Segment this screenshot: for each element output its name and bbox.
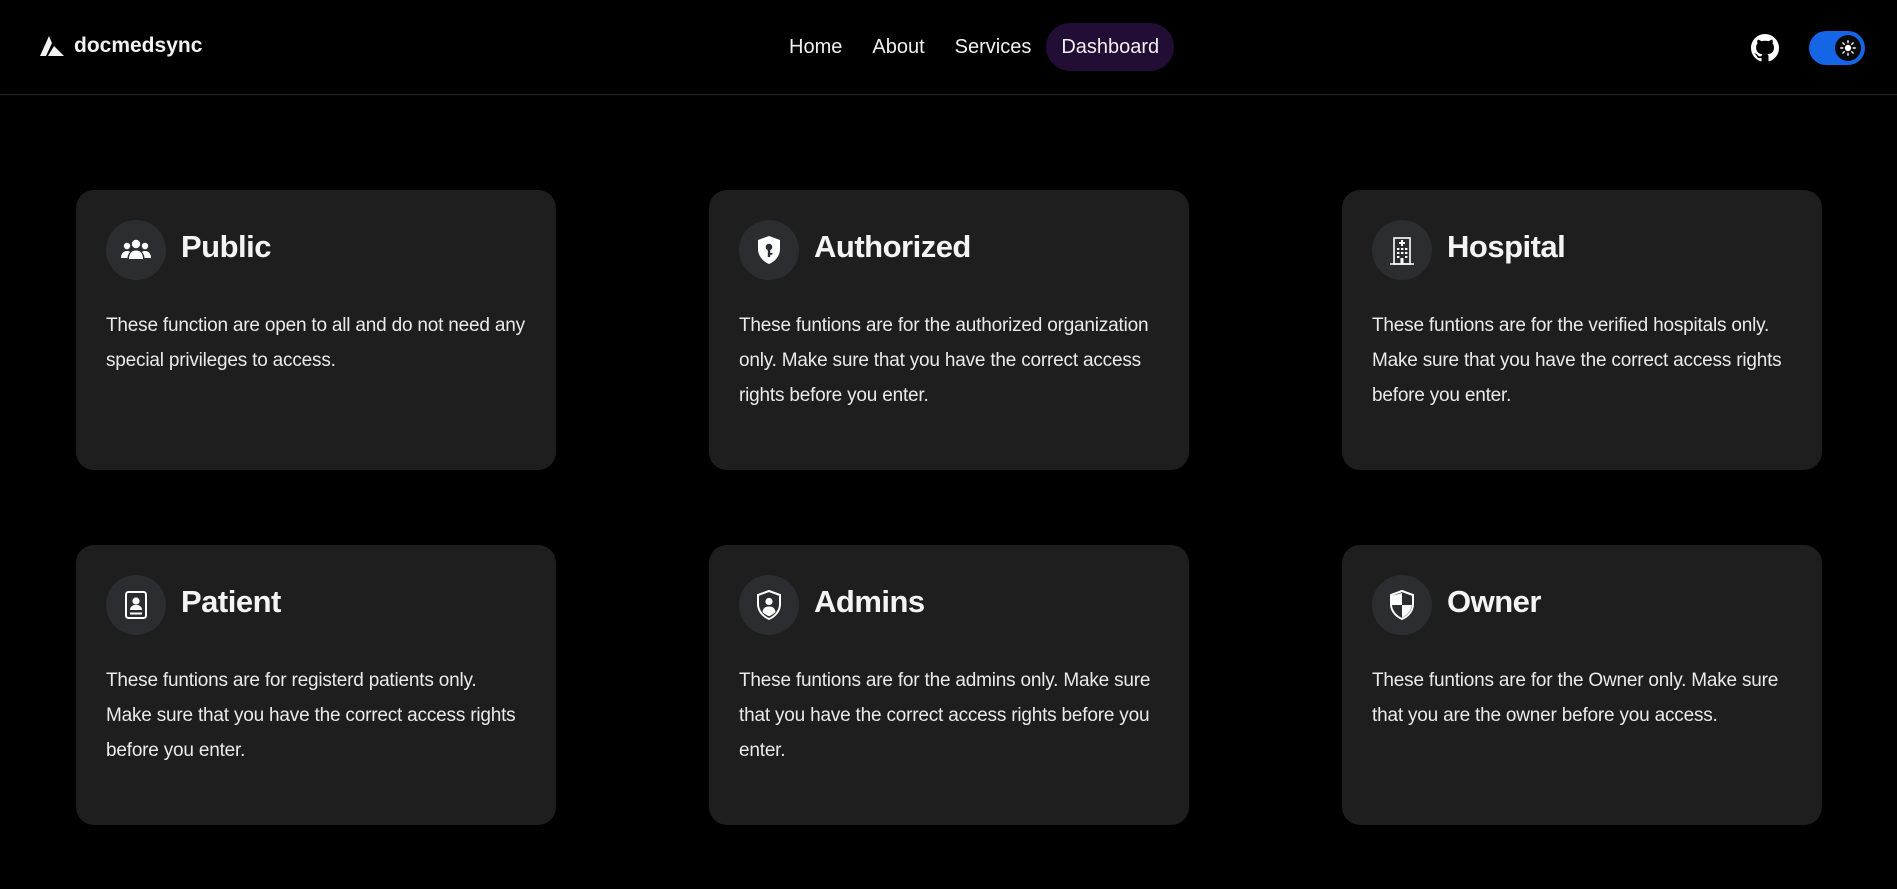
card-title: Admins: [814, 584, 925, 619]
icon-badge: [1372, 220, 1432, 280]
shield-user-icon: [757, 589, 781, 621]
card-header: Admins: [739, 575, 1159, 635]
card-title: Public: [181, 229, 272, 264]
main-nav: Home About Services Dashboard: [774, 23, 1175, 71]
card-description: These funtions are for the admins only. …: [739, 670, 1151, 761]
icon-badge: [739, 220, 799, 280]
card-title: Authorized: [814, 229, 971, 264]
card-description: These funtions are for the Owner only. M…: [1372, 670, 1779, 726]
card-header: Owner: [1372, 575, 1792, 635]
users-icon: [121, 239, 151, 259]
nav-link-about[interactable]: About: [857, 23, 939, 71]
nav-link-dashboard[interactable]: Dashboard: [1046, 23, 1175, 71]
card-hospital[interactable]: Hospital These funtions are for the veri…: [1342, 190, 1822, 470]
card-description: These funtions are for the authorized or…: [739, 315, 1149, 406]
triangle-logo-icon: [40, 36, 64, 56]
icon-badge: [739, 575, 799, 635]
card-header: Authorized: [739, 220, 1159, 280]
shield-key-icon: [758, 236, 780, 264]
brand-link[interactable]: docmedsync: [40, 34, 202, 58]
theme-toggle[interactable]: [1809, 31, 1865, 65]
card-authorized[interactable]: Authorized These funtions are for the au…: [709, 190, 1189, 470]
card-patient[interactable]: Patient These funtions are for registerd…: [76, 545, 556, 825]
sun-icon: [1840, 40, 1856, 56]
card-description: These funtions are for registerd patient…: [106, 670, 516, 761]
card-header: Public: [106, 220, 526, 280]
card-title: Hospital: [1447, 229, 1566, 264]
brand-name: docmedsync: [74, 34, 203, 57]
card-header: Hospital: [1372, 220, 1792, 280]
card-description: These function are open to all and do no…: [106, 315, 525, 371]
icon-badge: [106, 220, 166, 280]
card-title: Owner: [1447, 584, 1541, 619]
nav-link-home[interactable]: Home: [774, 23, 857, 71]
top-navbar: docmedsync Home About Services Dashboard: [0, 0, 1897, 95]
icon-badge: [106, 575, 166, 635]
shield-half-icon: [1390, 589, 1414, 621]
id-badge-icon: [125, 591, 147, 619]
card-description: These funtions are for the verified hosp…: [1372, 315, 1782, 406]
card-title: Patient: [181, 584, 281, 619]
nav-link-services[interactable]: Services: [940, 23, 1047, 71]
toggle-knob: [1835, 35, 1861, 61]
card-owner[interactable]: Owner These funtions are for the Owner o…: [1342, 545, 1822, 825]
nav-actions: [1751, 31, 1865, 65]
card-header: Patient: [106, 575, 526, 635]
card-admins[interactable]: Admins These funtions are for the admins…: [709, 545, 1189, 825]
icon-badge: [1372, 575, 1432, 635]
github-icon[interactable]: [1751, 34, 1779, 62]
card-public[interactable]: Public These function are open to all an…: [76, 190, 556, 470]
hospital-building-icon: [1390, 237, 1414, 265]
